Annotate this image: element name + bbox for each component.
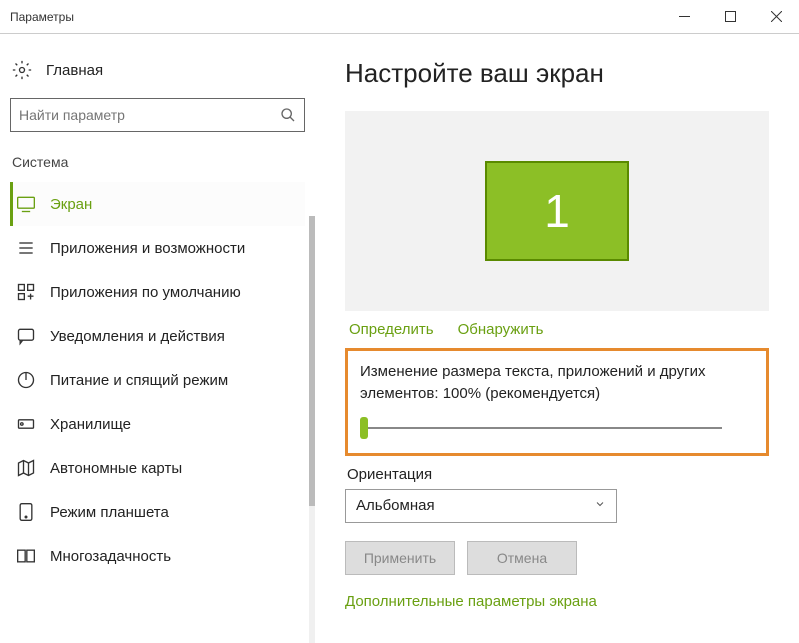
category-label: Система	[10, 150, 305, 182]
sidebar-item-apps[interactable]: Приложения и возможности	[10, 226, 305, 270]
apps-icon	[16, 238, 36, 258]
search-box[interactable]	[10, 98, 305, 132]
nav-label: Питание и спящий режим	[50, 372, 228, 389]
sidebar-item-display[interactable]: Экран	[10, 182, 305, 226]
detect-link[interactable]: Обнаружить	[458, 321, 544, 338]
orientation-select[interactable]: Альбомная	[345, 489, 617, 523]
sidebar-item-storage[interactable]: Хранилище	[10, 402, 305, 446]
search-icon	[280, 107, 296, 123]
home-button[interactable]: Главная	[10, 54, 305, 94]
monitor-tile[interactable]: 1	[485, 161, 629, 261]
search-input[interactable]	[19, 107, 280, 123]
notifications-icon	[16, 326, 36, 346]
nav-label: Хранилище	[50, 416, 131, 433]
power-icon	[16, 370, 36, 390]
nav-label: Режим планшета	[50, 504, 169, 521]
display-preview: 1	[345, 111, 769, 311]
titlebar: Параметры	[0, 0, 799, 34]
nav-list: Экран Приложения и возможности Приложени…	[10, 182, 305, 578]
sidebar-item-maps[interactable]: Автономные карты	[10, 446, 305, 490]
sidebar-item-default-apps[interactable]: Приложения по умолчанию	[10, 270, 305, 314]
sidebar: Главная Система Экран	[0, 34, 315, 635]
sidebar-item-tablet[interactable]: Режим планшета	[10, 490, 305, 534]
scale-slider[interactable]	[360, 417, 722, 439]
sidebar-item-notifications[interactable]: Уведомления и действия	[10, 314, 305, 358]
monitor-number: 1	[544, 184, 570, 238]
apply-button[interactable]: Применить	[345, 541, 455, 575]
maps-icon	[16, 458, 36, 478]
orientation-label: Ориентация	[347, 466, 769, 483]
multitasking-icon	[16, 546, 36, 566]
home-label: Главная	[46, 62, 103, 79]
sidebar-item-power[interactable]: Питание и спящий режим	[10, 358, 305, 402]
nav-label: Уведомления и действия	[50, 328, 225, 345]
maximize-button[interactable]	[707, 0, 753, 33]
minimize-button[interactable]	[661, 0, 707, 33]
page-title: Настройте ваш экран	[345, 58, 769, 89]
scale-label: Изменение размера текста, приложений и д…	[360, 361, 754, 405]
window-controls	[661, 0, 799, 33]
display-icon	[16, 194, 36, 214]
window-title: Параметры	[10, 10, 74, 24]
chevron-down-icon	[594, 497, 606, 514]
sidebar-item-multitasking[interactable]: Многозадачность	[10, 534, 305, 578]
storage-icon	[16, 414, 36, 434]
main-panel: Настройте ваш экран 1 Определить Обнаруж…	[315, 34, 799, 635]
advanced-display-link[interactable]: Дополнительные параметры экрана	[345, 593, 769, 610]
cancel-button[interactable]: Отмена	[467, 541, 577, 575]
gear-icon	[12, 60, 32, 80]
nav-label: Приложения по умолчанию	[50, 284, 241, 301]
nav-label: Автономные карты	[50, 460, 182, 477]
default-apps-icon	[16, 282, 36, 302]
slider-thumb[interactable]	[360, 417, 368, 439]
scale-highlight-box: Изменение размера текста, приложений и д…	[345, 348, 769, 456]
nav-label: Приложения и возможности	[50, 240, 245, 257]
orientation-value: Альбомная	[356, 497, 435, 514]
nav-label: Многозадачность	[50, 548, 171, 565]
slider-track	[360, 427, 722, 429]
nav-label: Экран	[50, 196, 92, 213]
identify-link[interactable]: Определить	[349, 321, 434, 338]
tablet-icon	[16, 502, 36, 522]
close-button[interactable]	[753, 0, 799, 33]
